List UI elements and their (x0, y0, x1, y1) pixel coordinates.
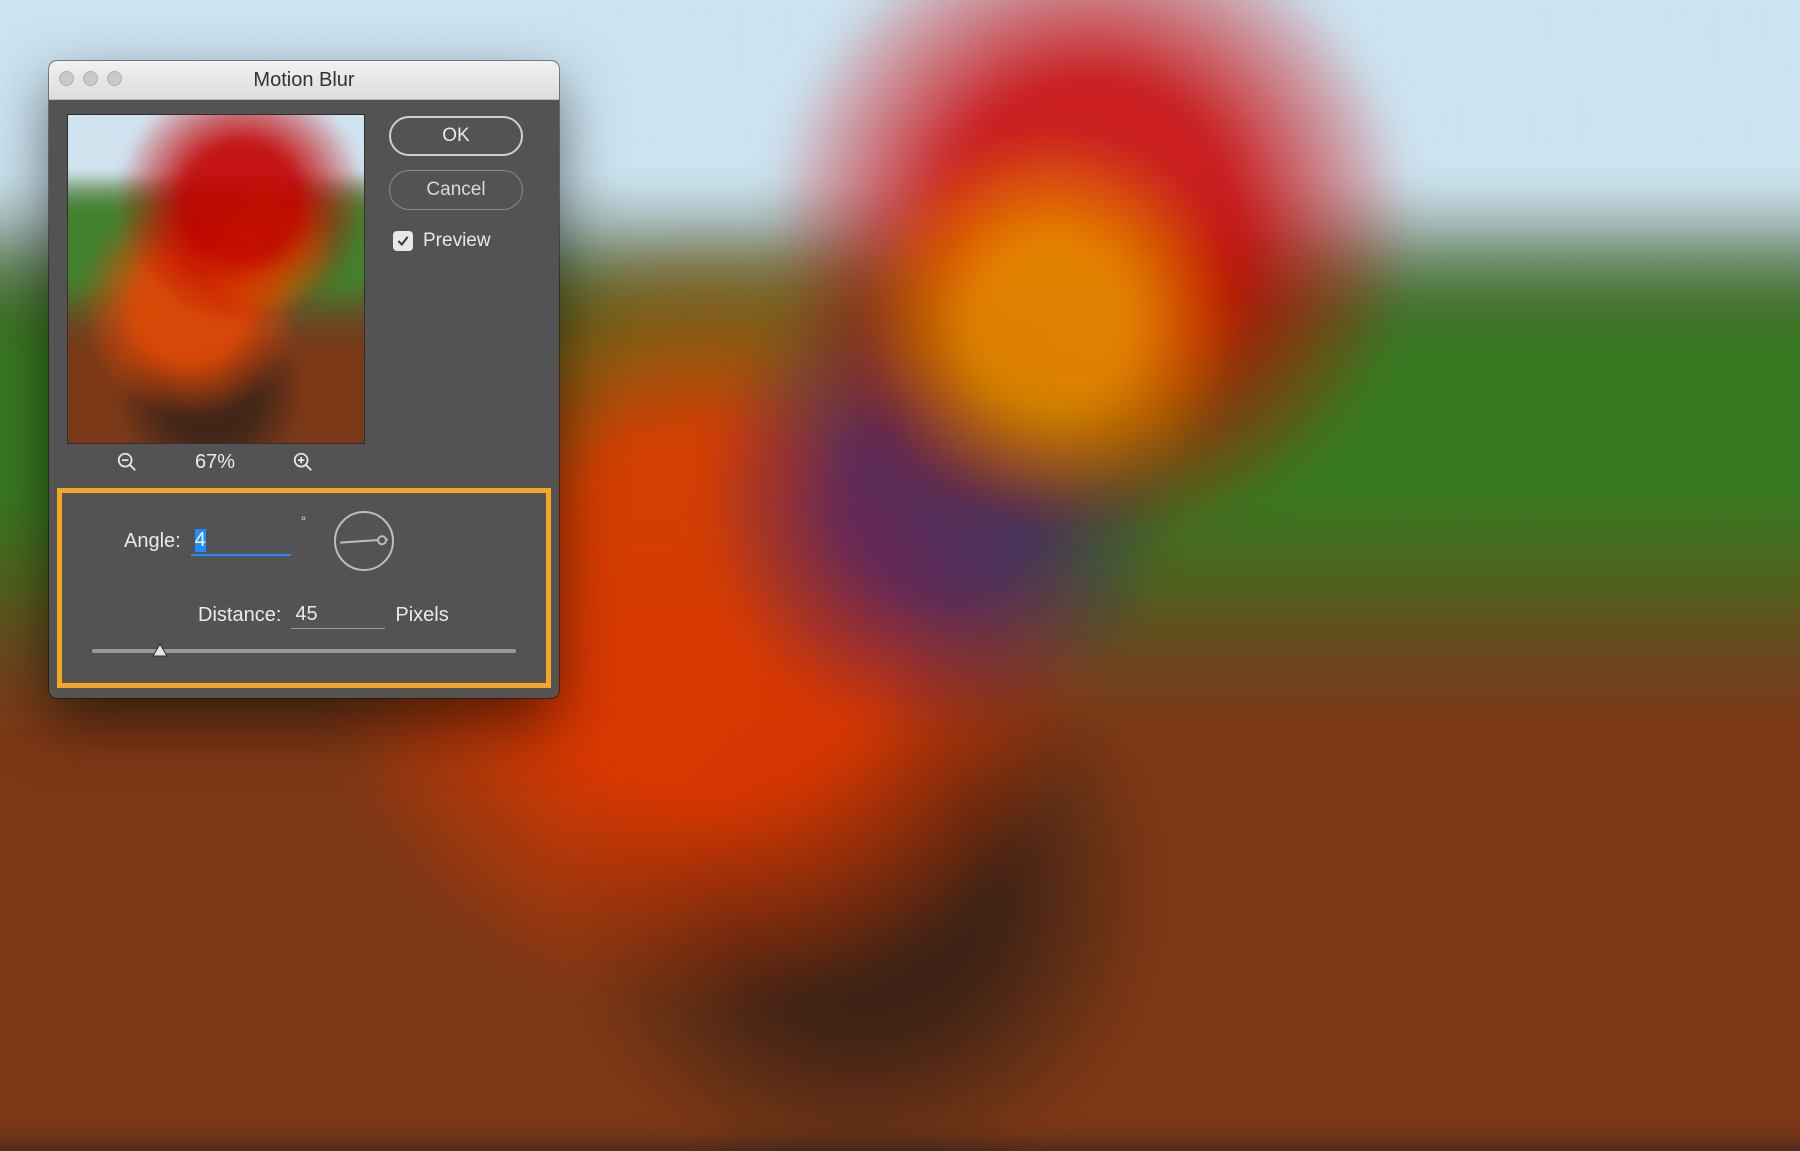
motion-blur-dialog: Motion Blur 67% (49, 61, 559, 698)
slider-thumb-icon[interactable] (151, 642, 169, 660)
preview-toggle-label: Preview (423, 230, 491, 252)
window-close-dot[interactable] (59, 71, 74, 86)
preview-thumbnail-image (67, 114, 365, 444)
angle-dial-control[interactable] (334, 511, 394, 571)
distance-slider[interactable] (92, 639, 516, 671)
window-minimize-dot[interactable] (83, 71, 98, 86)
filter-parameters-highlight: Angle: ° Distance: Pixels (57, 488, 551, 688)
checkmark-icon (393, 231, 413, 251)
cancel-button[interactable]: Cancel (389, 170, 523, 210)
filter-preview[interactable] (67, 114, 365, 444)
dialog-title: Motion Blur (253, 69, 354, 92)
angle-parameter-row: Angle: ° (82, 511, 526, 571)
preview-column: 67% (67, 114, 365, 474)
zoom-in-icon[interactable] (291, 450, 315, 474)
degree-symbol-icon: ° (301, 513, 307, 529)
distance-parameter-row: Distance: Pixels (82, 601, 526, 629)
distance-unit: Pixels (395, 604, 448, 627)
window-zoom-dot[interactable] (107, 71, 122, 86)
ok-button[interactable]: OK (389, 116, 523, 156)
zoom-percent: 67% (195, 451, 235, 474)
dialog-body: 67% OK Cancel (49, 100, 559, 474)
distance-input[interactable] (291, 601, 385, 629)
zoom-out-icon[interactable] (115, 450, 139, 474)
angle-input[interactable] (191, 527, 291, 556)
window-traffic-lights (59, 71, 122, 86)
dialog-titlebar[interactable]: Motion Blur (49, 61, 559, 100)
angle-label: Angle: (124, 530, 181, 553)
preview-zoom-controls: 67% (67, 444, 363, 474)
distance-label: Distance: (198, 604, 281, 627)
dialog-actions: OK Cancel Preview (389, 114, 523, 474)
preview-toggle[interactable]: Preview (389, 230, 523, 252)
